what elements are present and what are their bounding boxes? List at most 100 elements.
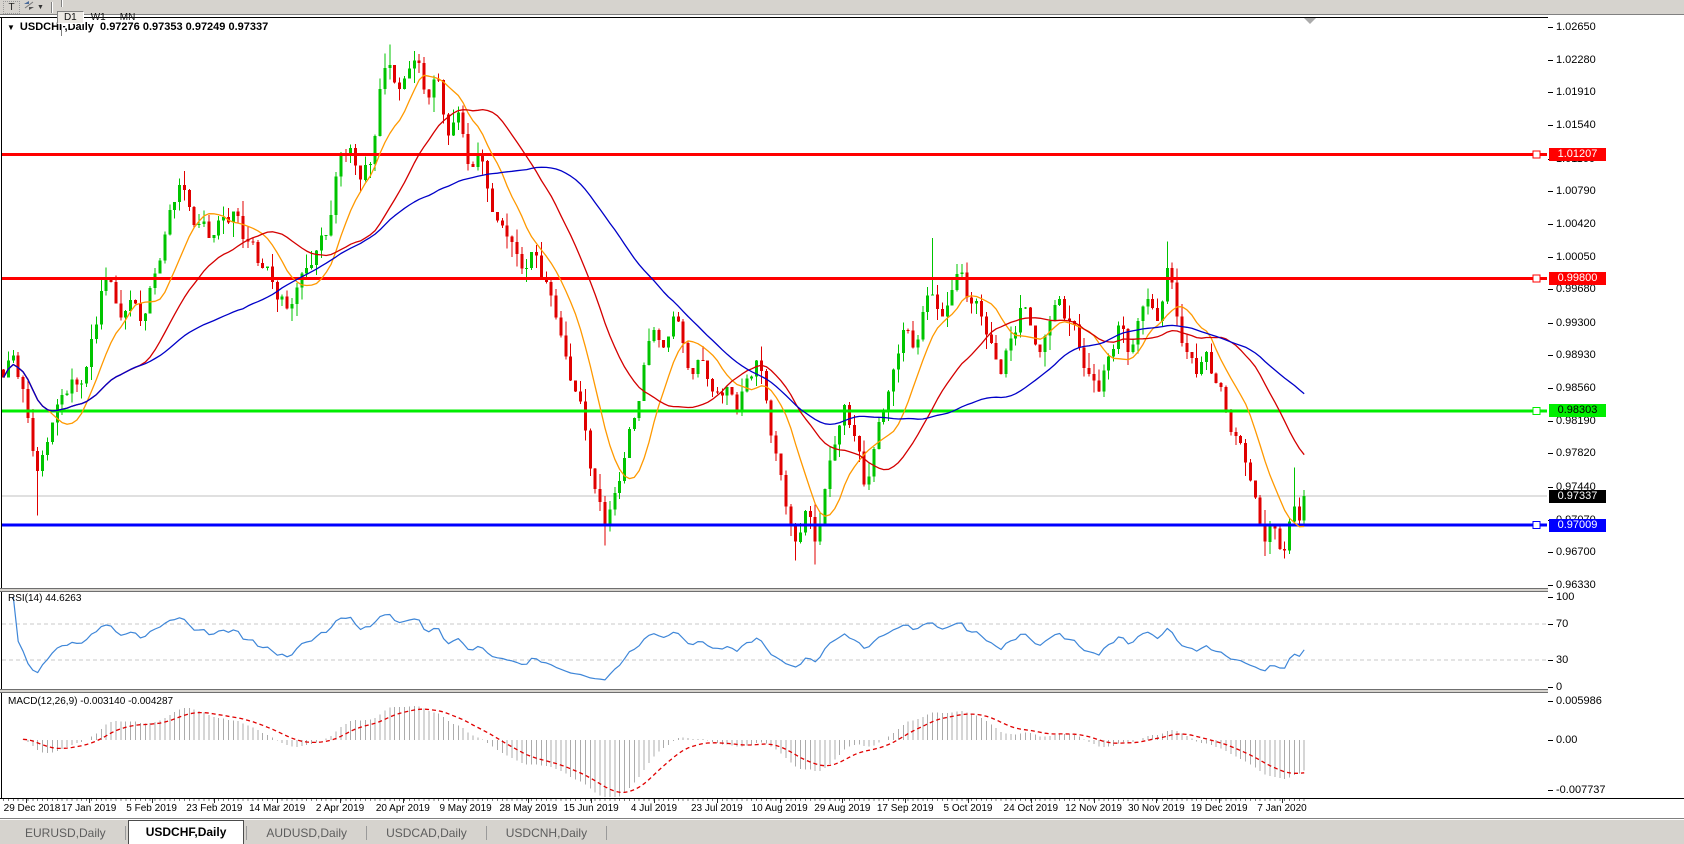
rsi-splitter[interactable]: [0, 588, 1684, 592]
price-axis: 1.026501.022801.019101.015401.011601.007…: [1548, 17, 1684, 798]
chart-canvas-svg[interactable]: [0, 17, 1548, 798]
axis-tick: [1548, 487, 1553, 488]
date-axis-label: 28 May 2019: [499, 803, 557, 814]
timeframe-group: M1M5M15M30H1H4D1W1MN: [57, 0, 233, 36]
tab-separator: [125, 826, 126, 840]
chart-tab-audusd-daily[interactable]: AUDUSD,Daily: [249, 823, 364, 844]
macd-axis-label: 0.005986: [1556, 695, 1602, 707]
price-axis-label: 1.02280: [1556, 54, 1596, 66]
toolbar-separator: [61, 0, 63, 7]
arrows-tool-button[interactable]: ▼: [22, 1, 45, 14]
axis-tick: [1548, 323, 1553, 324]
current-price-tag: 0.97337: [1549, 490, 1606, 503]
price-axis-label: 0.98560: [1556, 382, 1596, 394]
price-axis-label: 1.00050: [1556, 251, 1596, 263]
date-axis-label: 15 Jun 2019: [564, 803, 619, 814]
date-axis-label: 23 Feb 2019: [186, 803, 242, 814]
arrows-icon: [23, 0, 35, 14]
rsi-label: RSI(14) 44.6263: [8, 593, 81, 604]
date-axis: 29 Dec 201817 Jan 2019 5 Feb 2019 23 Feb 2…: [0, 799, 1548, 817]
date-axis-label: 14 Mar 2019: [249, 803, 305, 814]
axis-tick: [1548, 597, 1553, 598]
price-axis-label: 0.98930: [1556, 349, 1596, 361]
price-axis-label: 1.02650: [1556, 21, 1596, 33]
mt4-window: T ▼ M1M5M15M30H1H4D1W1MN ▼ USDCHF,Daily 0…: [0, 0, 1684, 844]
date-axis-label: 7 Jan 2020: [1257, 803, 1307, 814]
price-axis-label: 1.00790: [1556, 185, 1596, 197]
price-axis-label: 1.00420: [1556, 218, 1596, 230]
hline-price-tag: 0.98303: [1549, 404, 1606, 417]
date-axis-label: 30 Nov 2019: [1128, 803, 1185, 814]
hline-price-tag: 0.99800: [1549, 272, 1606, 285]
axis-tick: [1548, 355, 1553, 356]
axis-tick: [1548, 740, 1553, 741]
price-axis-label: 0.96330: [1556, 579, 1596, 591]
axis-tick: [1548, 660, 1553, 661]
hline-price-tag: 1.01207: [1549, 148, 1606, 161]
timeframe-button-w1[interactable]: W1: [84, 11, 113, 24]
rsi-axis-label: 0: [1556, 681, 1562, 693]
axis-tick: [1548, 92, 1553, 93]
axis-tick: [1548, 624, 1553, 625]
axis-tick: [1548, 60, 1553, 61]
axis-tick: [1548, 421, 1553, 422]
axis-tick: [1548, 388, 1553, 389]
axis-tick: [1548, 552, 1553, 553]
toolbar-separator: [51, 2, 53, 13]
tab-separator: [246, 826, 247, 840]
axis-tick: [1548, 687, 1553, 688]
date-axis-label: 5 Oct 2019: [944, 803, 993, 814]
axis-tick: [1548, 289, 1553, 290]
axis-tick: [1548, 257, 1553, 258]
date-axis-label: 29 Dec 2018: [4, 803, 61, 814]
macd-axis-label: -0.007737: [1556, 784, 1606, 796]
symbol-caret-icon: ▼: [7, 23, 15, 32]
date-axis-label: 2 Apr 2019: [316, 803, 364, 814]
price-axis-label: 0.97820: [1556, 447, 1596, 459]
price-axis-label: 1.01540: [1556, 119, 1596, 131]
toolbar: T ▼ M1M5M15M30H1H4D1W1MN: [0, 0, 1684, 15]
timeframe-button-d1[interactable]: D1: [57, 11, 84, 24]
price-axis-label: 0.99300: [1556, 317, 1596, 329]
axis-tick: [1548, 224, 1553, 225]
axis-tick: [1548, 125, 1553, 126]
axis-tick: [1548, 701, 1553, 702]
chart-tab-usdcad-daily[interactable]: USDCAD,Daily: [369, 823, 484, 844]
date-axis-label: 23 Jul 2019: [691, 803, 743, 814]
chart-tab-usdchf-daily[interactable]: USDCHF,Daily: [128, 820, 245, 844]
axis-tick: [1548, 27, 1553, 28]
date-axis-label: 4 Jul 2019: [631, 803, 677, 814]
chart-tab-eurusd-daily[interactable]: EURUSD,Daily: [8, 823, 123, 844]
axis-tick: [1548, 453, 1553, 454]
axis-tick: [1548, 585, 1553, 586]
date-axis-label: 9 May 2019: [439, 803, 491, 814]
tab-separator: [486, 826, 487, 840]
tab-separator: [366, 826, 367, 840]
hline-price-tag: 0.97009: [1549, 519, 1606, 532]
macd-splitter[interactable]: [0, 689, 1684, 693]
chart-top-border: [0, 17, 1684, 18]
price-axis-label: 1.01910: [1556, 86, 1596, 98]
timeframe-button-mn[interactable]: MN: [113, 11, 143, 24]
date-axis-label: 20 Apr 2019: [376, 803, 430, 814]
toolbar-separator: [61, 25, 63, 36]
macd-label: MACD(12,26,9) -0.003140 -0.004287: [8, 696, 173, 707]
date-axis-label: 17 Sep 2019: [877, 803, 934, 814]
date-axis-label: 24 Oct 2019: [1004, 803, 1058, 814]
macd-axis-label: 0.00: [1556, 734, 1577, 746]
axis-tick: [1548, 191, 1553, 192]
date-axis-label: 19 Dec 2019: [1191, 803, 1248, 814]
date-axis-label: 5 Feb 2019: [126, 803, 177, 814]
axis-tick: [1548, 790, 1553, 791]
tab-separator: [606, 826, 607, 840]
date-axis-label: 10 Aug 2019: [752, 803, 808, 814]
chart-left-border: [1, 17, 2, 798]
price-axis-label: 0.96700: [1556, 546, 1596, 558]
date-axis-label: 12 Nov 2019: [1065, 803, 1122, 814]
date-axis-label: 29 Aug 2019: [814, 803, 870, 814]
chart-tab-usdcnh-daily[interactable]: USDCNH,Daily: [489, 823, 604, 844]
text-tool-button[interactable]: T: [3, 1, 20, 14]
rsi-axis-label: 30: [1556, 654, 1568, 666]
date-axis-label: 17 Jan 2019: [61, 803, 116, 814]
chart-shift-marker-icon[interactable]: [1304, 18, 1316, 24]
